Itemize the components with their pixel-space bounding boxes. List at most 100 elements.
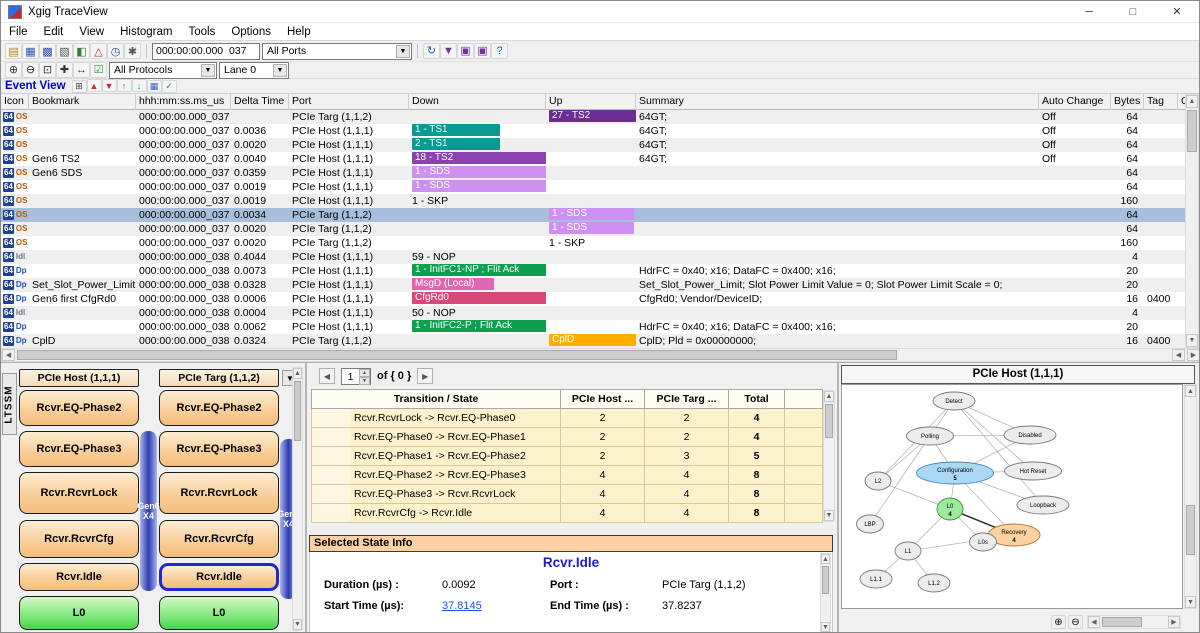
- expand-all-icon[interactable]: ⊞: [72, 80, 87, 93]
- event-table-row[interactable]: 64Idl000:00:00.000_0380.0004PCIe Host (1…: [1, 306, 1187, 320]
- maximize-button[interactable]: □: [1111, 1, 1155, 23]
- diagram-node-disabled[interactable]: Disabled: [1004, 426, 1056, 444]
- scroll-thumb[interactable]: [294, 381, 301, 441]
- event-table-row[interactable]: 64OS000:00:00.000_0370.0034PCIe Targ (1,…: [1, 208, 1187, 222]
- transition-row[interactable]: Rcvr.EQ-Phase0 -> Rcvr.EQ-Phase1224: [311, 428, 823, 447]
- event-table-row[interactable]: 64OS000:00:00.000_0370.0020PCIe Host (1,…: [1, 138, 1187, 152]
- scroll-right-icon[interactable]: ▶: [1168, 616, 1180, 628]
- analyzer-view-icon[interactable]: ▣: [474, 43, 491, 59]
- page-spinner[interactable]: 1 ▲▼: [341, 368, 371, 385]
- menu-help[interactable]: Help: [279, 23, 319, 41]
- next-error-icon[interactable]: ↓: [132, 79, 147, 92]
- scroll-left-icon[interactable]: ◀: [1088, 616, 1100, 628]
- diagram-node-l0[interactable]: L04: [937, 498, 963, 520]
- scroll-up-icon[interactable]: ▲: [1185, 385, 1196, 397]
- scroll-thumb[interactable]: [17, 350, 897, 360]
- ltssm-state-rcvr-idle[interactable]: Rcvr.Idle: [19, 563, 139, 591]
- ltssm-state-rcvr-rcvrlock[interactable]: Rcvr.RcvrLock: [159, 472, 279, 514]
- scroll-down-icon[interactable]: ▼: [824, 510, 834, 521]
- lane-dropdown[interactable]: Lane 0 ▼: [219, 62, 289, 79]
- ltssm-state-l0[interactable]: L0: [159, 596, 279, 630]
- ltssm-tab[interactable]: LTSSM: [2, 373, 17, 435]
- diagram-node-configuration[interactable]: Configuration5: [917, 462, 994, 484]
- ltssm-state-rcvr-eq-phase3[interactable]: Rcvr.EQ-Phase3: [19, 431, 139, 467]
- protocols-dropdown[interactable]: All Protocols ▼: [109, 62, 217, 79]
- event-table-row[interactable]: 64OS000:00:00.000_0370.0036PCIe Host (1,…: [1, 124, 1187, 138]
- expert-view-icon[interactable]: ▣: [457, 43, 474, 59]
- col-port[interactable]: Port: [289, 94, 409, 110]
- diagram-node-loopback[interactable]: Loopback: [1017, 496, 1069, 514]
- zoom-in-icon[interactable]: ⊕: [5, 62, 22, 78]
- transition-row[interactable]: Rcvr.EQ-Phase1 -> Rcvr.EQ-Phase2235: [311, 447, 823, 466]
- protocols-filter-icon[interactable]: ☑: [90, 62, 107, 78]
- scroll-thumb[interactable]: [1187, 110, 1197, 152]
- menu-view[interactable]: View: [71, 23, 112, 41]
- transition-vscrollbar[interactable]: ▲ ▼: [823, 390, 835, 522]
- prev-page-icon[interactable]: ◀: [319, 368, 335, 384]
- col-auto-change[interactable]: Auto Change: [1039, 94, 1111, 110]
- ltssm-state-rcvr-eq-phase3[interactable]: Rcvr.EQ-Phase3: [159, 431, 279, 467]
- scroll-up-icon[interactable]: ▲: [1186, 95, 1198, 108]
- save-all-icon[interactable]: ▩: [39, 43, 56, 59]
- time-field[interactable]: [152, 43, 260, 60]
- minimize-button[interactable]: ─: [1067, 1, 1111, 23]
- timer-icon[interactable]: ◷: [107, 43, 124, 59]
- scroll-down-icon[interactable]: ▼: [1186, 334, 1198, 347]
- columns-config-icon[interactable]: ▦: [147, 80, 162, 93]
- sync-views-icon[interactable]: ✓: [162, 80, 177, 93]
- scroll-up-icon[interactable]: ▲: [824, 391, 834, 402]
- ltssm-state-rcvr-idle[interactable]: Rcvr.Idle: [159, 563, 279, 591]
- ltssm-col0-header[interactable]: PCIe Host (1,1,1): [19, 369, 139, 387]
- diagram-node-l1-2[interactable]: L1.2: [918, 574, 950, 592]
- transition-row[interactable]: Rcvr.RcvrLock -> Rcvr.EQ-Phase0224: [311, 409, 823, 428]
- scroll-thumb[interactable]: [825, 404, 833, 438]
- col-bookmark[interactable]: Bookmark: [29, 94, 136, 110]
- diagram-node-l2[interactable]: L2: [865, 472, 891, 490]
- col-summary[interactable]: Summary: [636, 94, 1039, 110]
- spin-down-icon[interactable]: ▼: [359, 377, 370, 385]
- save-trace-icon[interactable]: ▦: [22, 43, 39, 59]
- diagram-zoom-out-icon[interactable]: ⊖: [1068, 615, 1083, 629]
- scroll-right-icon[interactable]: ▶: [1187, 349, 1200, 361]
- event-table-row[interactable]: 64OS000:00:00.000_0370.0019PCIe Host (1,…: [1, 180, 1187, 194]
- col-tag[interactable]: Tag: [1144, 94, 1178, 110]
- event-table-row[interactable]: 64OS000:00:00.000_037PCIe Targ (1,1,2)27…: [1, 110, 1187, 124]
- transition-row[interactable]: Rcvr.EQ-Phase3 -> Rcvr.RcvrLock448: [311, 485, 823, 504]
- event-table-hscrollbar[interactable]: ◀ ◀ ▶: [1, 348, 1200, 362]
- menu-tools[interactable]: Tools: [180, 23, 223, 41]
- help-icon[interactable]: ?: [491, 43, 508, 59]
- diagram-vscrollbar[interactable]: ▲ ▼: [1184, 384, 1197, 609]
- col-down[interactable]: Down: [409, 94, 546, 110]
- print-icon[interactable]: ▧: [56, 43, 73, 59]
- scroll-down-icon[interactable]: ▼: [293, 619, 302, 630]
- event-table-row[interactable]: 64Dp000:00:00.000_0380.0062PCIe Host (1,…: [1, 320, 1187, 334]
- diagram-node-lbp[interactable]: LBP: [857, 515, 884, 533]
- refresh-icon[interactable]: ↻: [423, 43, 440, 59]
- prev-error-icon[interactable]: ↑: [117, 79, 132, 92]
- ltssm-state-rcvr-rcvrcfg[interactable]: Rcvr.RcvrCfg: [19, 520, 139, 558]
- diagram-node-detect[interactable]: Detect: [933, 392, 975, 410]
- diagram-node-hot-reset[interactable]: Hot Reset: [1005, 462, 1062, 480]
- zoom-out-icon[interactable]: ⊖: [22, 62, 39, 78]
- event-table-row[interactable]: 64OSGen6 TS2000:00:00.000_0370.0040PCIe …: [1, 152, 1187, 166]
- diagram-zoom-in-icon[interactable]: ⊕: [1051, 615, 1066, 629]
- scroll-thumb[interactable]: [1186, 505, 1195, 555]
- diagram-hscrollbar[interactable]: ◀ ▶: [1087, 615, 1181, 629]
- event-table-row[interactable]: 64OSGen6 SDS000:00:00.000_0370.0359PCIe …: [1, 166, 1187, 180]
- prev-bookmark-icon[interactable]: ▲: [87, 79, 102, 92]
- zoom-fit-icon[interactable]: ⊡: [39, 62, 56, 78]
- chevron-down-icon[interactable]: ▼: [273, 64, 287, 77]
- next-page-icon[interactable]: ▶: [417, 368, 433, 384]
- col-up[interactable]: Up: [546, 94, 636, 110]
- col-bytes[interactable]: Bytes: [1111, 94, 1144, 110]
- info-vscrollbar[interactable]: ▲ ▼: [820, 553, 831, 633]
- diagram-node-l1-1[interactable]: L1.1: [860, 570, 892, 588]
- col-total[interactable]: Total: [729, 389, 785, 409]
- trigger-icon[interactable]: △: [90, 43, 107, 59]
- pan-icon[interactable]: ✚: [56, 62, 73, 78]
- event-table-row[interactable]: 64OS000:00:00.000_0370.0020PCIe Targ (1,…: [1, 236, 1187, 250]
- scroll-down-icon[interactable]: ▼: [1185, 596, 1196, 608]
- ltssm-state-rcvr-eq-phase2[interactable]: Rcvr.EQ-Phase2: [19, 390, 139, 426]
- chevron-down-icon[interactable]: ▼: [201, 64, 215, 77]
- event-table-row[interactable]: 64Idl000:00:00.000_0380.4044PCIe Host (1…: [1, 250, 1187, 264]
